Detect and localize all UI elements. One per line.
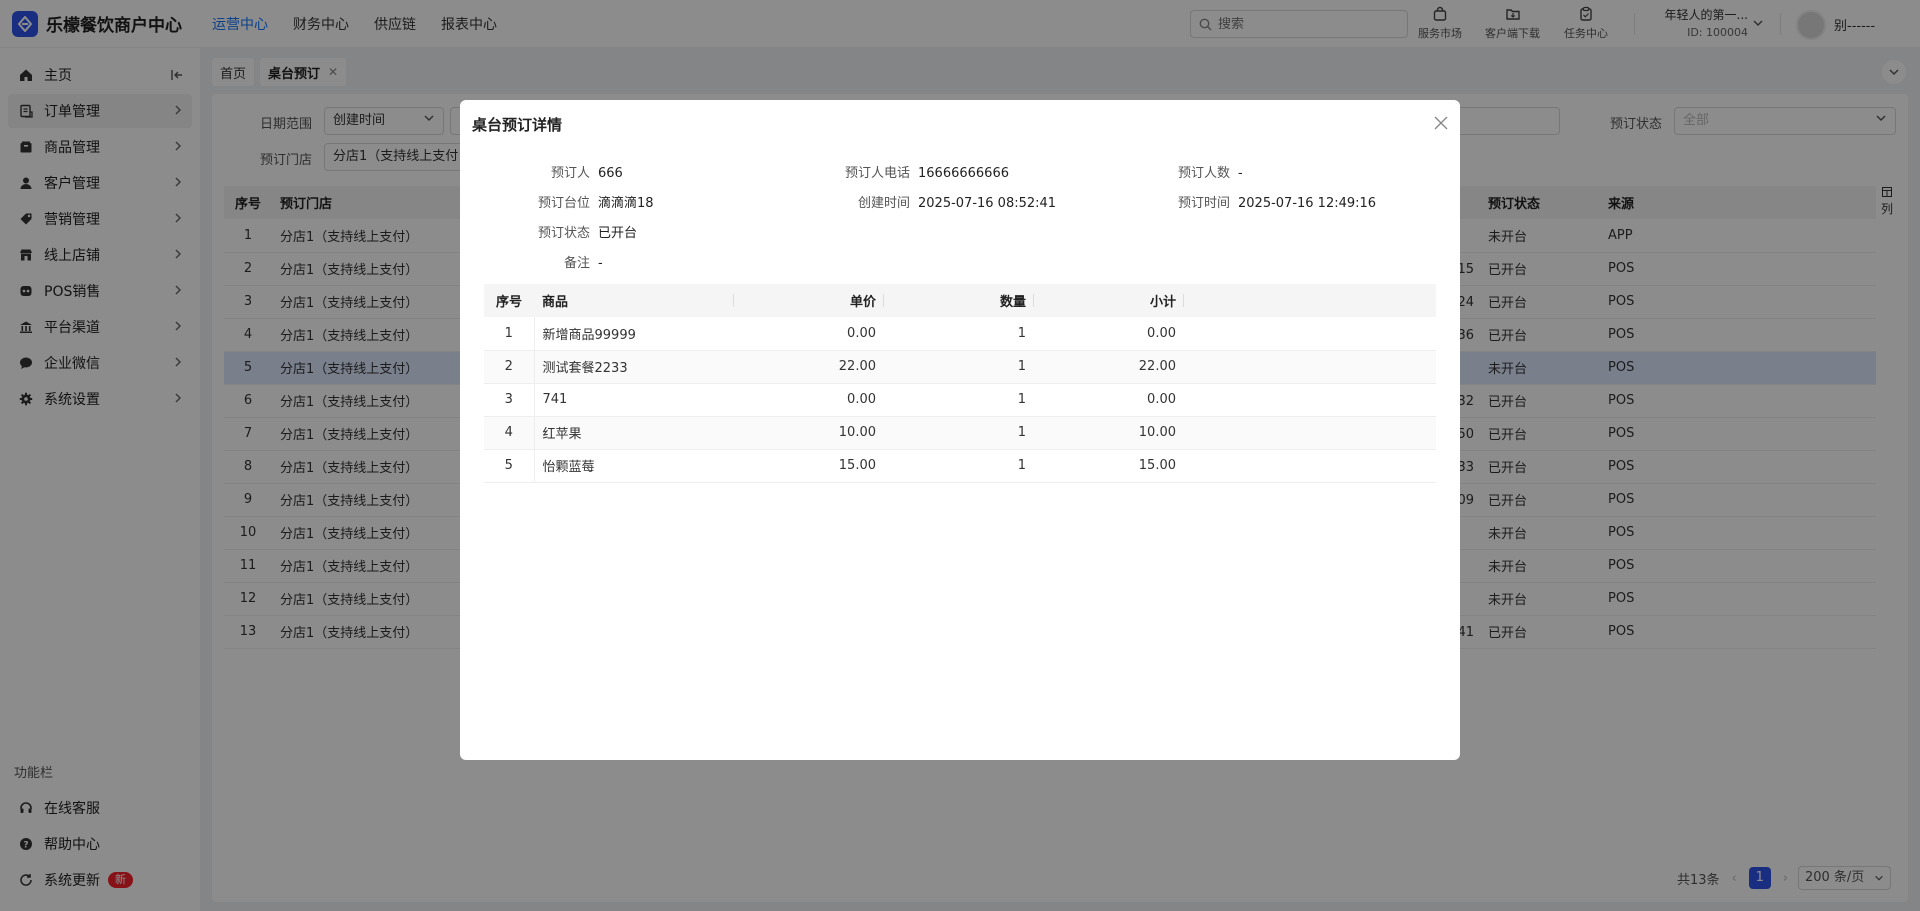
people-count-field: 预订人数 -	[1150, 162, 1243, 181]
status-field: 预订状态 已开台	[510, 222, 637, 241]
status-value: 已开台	[598, 226, 638, 241]
table-label: 预订台位	[537, 196, 590, 211]
booking-detail-modal: 桌台预订详情 预订人 666 预订人电话 16666666666 预订人数 - 预订台…	[460, 100, 1460, 760]
cell-price: 0.00	[734, 317, 884, 351]
column-header-price-label: 单价	[849, 295, 876, 310]
table-row: 3 741 0.00 1 0.00	[484, 383, 1436, 417]
cell-qty: 1	[884, 317, 1034, 351]
column-header-filler	[1184, 284, 1436, 317]
cell-price: 15.00	[734, 449, 884, 483]
cell-product: 测试套餐2233	[533, 350, 734, 384]
cell-qty: 1	[884, 416, 1034, 450]
close-icon[interactable]	[1432, 114, 1450, 132]
column-header-no: 序号	[484, 284, 534, 317]
booker-field: 预订人 666	[510, 162, 623, 181]
cell-filler	[1184, 383, 1436, 417]
status-label: 预订状态	[537, 226, 590, 241]
cell-product: 741	[533, 383, 734, 417]
column-header-subtotal: 小计	[1034, 284, 1184, 317]
booker-label: 预订人	[550, 166, 590, 181]
cell-product: 新增商品99999	[533, 317, 734, 351]
cell-qty: 1	[884, 383, 1034, 417]
cell-filler	[1184, 350, 1436, 384]
table-row: 1 新增商品99999 0.00 1 0.00	[484, 317, 1436, 351]
people-count-label: 预订人数	[1177, 166, 1230, 181]
table-value: 滴滴滴18	[598, 196, 654, 211]
column-header-price: 单价	[734, 284, 884, 317]
cell-product: 红苹果	[533, 416, 734, 450]
cell-no: 2	[484, 350, 534, 384]
cell-filler	[1184, 449, 1436, 483]
column-header-subtotal-label: 小计	[1149, 295, 1176, 310]
remark-label: 备注	[563, 256, 590, 271]
cell-no: 3	[484, 383, 534, 417]
people-count-value: -	[1238, 166, 1243, 181]
column-header-product-label: 商品	[542, 295, 569, 310]
cell-no: 5	[484, 449, 534, 483]
booking-time-label: 预订时间	[1177, 196, 1230, 211]
cell-qty: 1	[884, 449, 1034, 483]
cell-price: 10.00	[734, 416, 884, 450]
cell-subtotal: 0.00	[1034, 383, 1184, 417]
booking-time-field: 预订时间 2025-07-16 12:49:16	[1150, 192, 1376, 211]
cell-subtotal: 15.00	[1034, 449, 1184, 483]
cell-no: 4	[484, 416, 534, 450]
table-field: 预订台位 滴滴滴18	[510, 192, 654, 211]
modal-title: 桌台预订详情	[472, 116, 563, 134]
cell-subtotal: 10.00	[1034, 416, 1184, 450]
column-header-qty-label: 数量	[999, 295, 1026, 310]
table-row: 2 测试套餐2233 22.00 1 22.00	[484, 350, 1436, 384]
booking-time-value: 2025-07-16 12:49:16	[1238, 196, 1377, 211]
phone-value: 16666666666	[918, 166, 1009, 181]
phone-field: 预订人电话 16666666666	[830, 162, 1009, 181]
created-time-field: 创建时间 2025-07-16 08:52:41	[830, 192, 1056, 211]
table-row: 5 怡颗蓝莓 15.00 1 15.00	[484, 449, 1436, 483]
created-time-label: 创建时间	[857, 196, 910, 211]
cell-no: 1	[484, 317, 534, 351]
column-header-product: 商品	[534, 284, 734, 317]
booker-value: 666	[598, 166, 623, 181]
cell-qty: 1	[884, 350, 1034, 384]
remark-value: -	[598, 256, 603, 271]
cell-subtotal: 0.00	[1034, 317, 1184, 351]
remark-field: 备注 -	[510, 252, 603, 271]
cell-price: 0.00	[734, 383, 884, 417]
table-row: 4 红苹果 10.00 1 10.00	[484, 416, 1436, 450]
cell-price: 22.00	[734, 350, 884, 384]
cell-subtotal: 22.00	[1034, 350, 1184, 384]
column-header-qty: 数量	[884, 284, 1034, 317]
cell-filler	[1184, 416, 1436, 450]
created-time-value: 2025-07-16 08:52:41	[918, 196, 1057, 211]
phone-label: 预订人电话	[844, 166, 910, 181]
cell-filler	[1184, 317, 1436, 351]
order-items-table: 序号 商品 单价 数量 小计 1 新增商品99999 0.00 1 0.00 2 测试套餐2…	[484, 284, 1436, 483]
cell-product: 怡颗蓝莓	[533, 449, 734, 483]
